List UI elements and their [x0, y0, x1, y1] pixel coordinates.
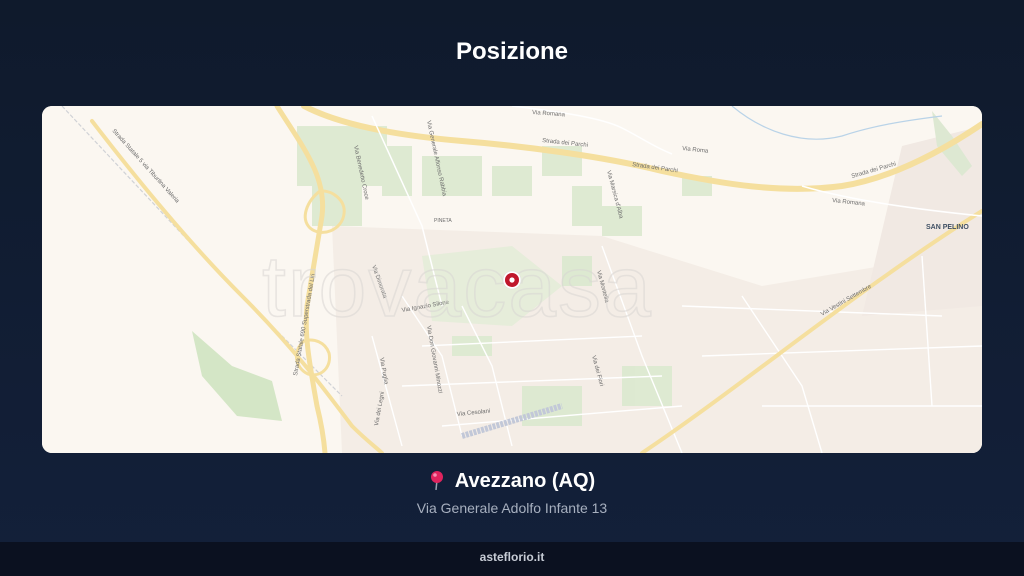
map[interactable]: Via Romana Strada dei Parchi Strada dei …	[42, 106, 982, 453]
address-label: Via Generale Adolfo Infante 13	[416, 500, 608, 516]
city-label: Avezzano (AQ)	[454, 470, 596, 492]
place-label-san-pelino: SAN PELINO	[926, 224, 969, 231]
pushpin-icon	[429, 470, 445, 496]
footer-site[interactable]: asteflorio.it	[480, 550, 545, 564]
location-title: Avezzano (AQ)	[0, 470, 1024, 496]
place-label-pineta: PINETA	[434, 218, 452, 224]
page-title: Posizione	[455, 38, 569, 65]
location-marker-icon[interactable]	[502, 270, 522, 290]
watermark: trovacasa	[262, 239, 653, 335]
map-canvas[interactable]: Via Romana Strada dei Parchi Strada dei …	[42, 106, 982, 453]
footer: asteflorio.it	[0, 542, 1024, 576]
